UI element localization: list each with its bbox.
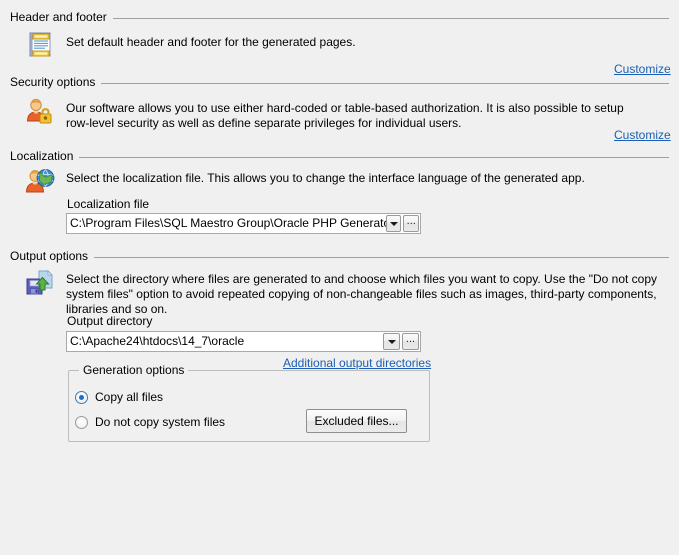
save-export-icon (23, 266, 55, 298)
section-header-header-footer: Header and footer (10, 9, 669, 25)
section-rule (79, 157, 669, 158)
radio-copy-all-files[interactable]: Copy all files (75, 390, 163, 404)
output-directory-combo[interactable]: C:\Apache24\htdocs\14_7\oracle ... (66, 331, 421, 352)
section-title-security: Security options (10, 74, 95, 90)
user-lock-icon (23, 95, 55, 127)
section-rule (113, 18, 669, 19)
localization-file-label: Localization file (67, 197, 149, 211)
generation-options-title: Generation options (79, 363, 188, 377)
output-directory-browse-button[interactable]: ... (402, 333, 419, 350)
security-description: Our software allows you to use either ha… (66, 101, 636, 131)
options-page: Header and footer Set default header and… (0, 0, 679, 555)
localization-file-browse-button[interactable]: ... (403, 215, 419, 232)
radio-do-not-copy-system-files[interactable]: Do not copy system files (75, 415, 225, 429)
excluded-files-button[interactable]: Excluded files... (306, 409, 407, 433)
output-directory-dropdown-button[interactable] (383, 333, 400, 350)
header-footer-description: Set default header and footer for the ge… (66, 35, 626, 50)
section-rule (101, 83, 669, 84)
section-header-security: Security options (10, 74, 669, 90)
radio-do-not-copy-system-files-label: Do not copy system files (95, 415, 225, 429)
output-directory-label: Output directory (67, 314, 152, 328)
section-header-localization: Localization (10, 148, 669, 164)
radio-indicator[interactable] (75, 391, 88, 404)
additional-output-directories-link[interactable]: Additional output directories (283, 356, 431, 370)
radio-indicator[interactable] (75, 416, 88, 429)
user-globe-icon (23, 165, 55, 197)
localization-file-dropdown-button[interactable] (386, 215, 402, 232)
chevron-down-icon (388, 340, 396, 344)
section-header-output: Output options (10, 248, 669, 264)
document-lines-icon (24, 28, 56, 60)
chevron-down-icon (390, 222, 398, 226)
localization-file-input[interactable]: C:\Program Files\SQL Maestro Group\Oracl… (67, 214, 386, 233)
output-directory-input[interactable]: C:\Apache24\htdocs\14_7\oracle (67, 332, 383, 351)
radio-copy-all-files-label: Copy all files (95, 390, 163, 404)
section-title-localization: Localization (10, 148, 73, 164)
security-customize-link[interactable]: Customize (614, 128, 671, 142)
localization-description: Select the localization file. This allow… (66, 171, 636, 186)
localization-file-combo[interactable]: C:\Program Files\SQL Maestro Group\Oracl… (66, 213, 421, 234)
output-description: Select the directory where files are gen… (66, 272, 666, 317)
section-rule (94, 257, 669, 258)
section-title-header-footer: Header and footer (10, 9, 107, 25)
section-title-output: Output options (10, 248, 88, 264)
